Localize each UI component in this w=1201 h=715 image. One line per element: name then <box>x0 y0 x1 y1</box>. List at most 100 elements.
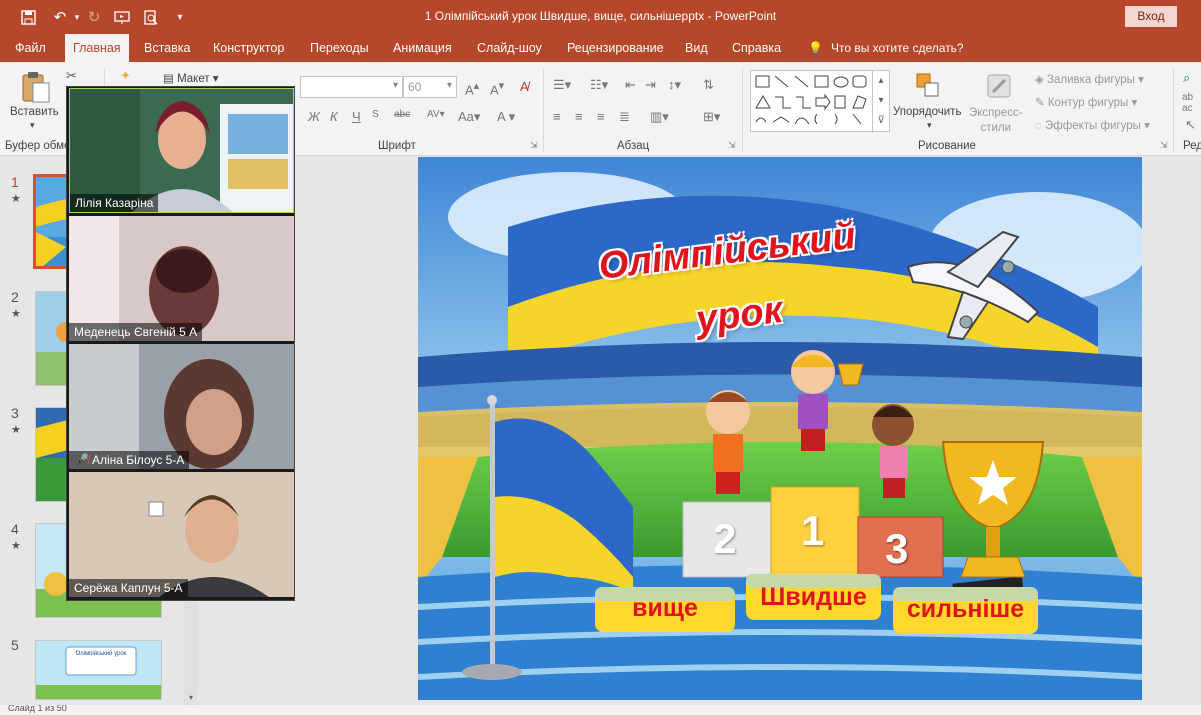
shapes-icon <box>755 75 867 125</box>
tab-slideshow[interactable]: Слайд-шоу <box>477 34 542 62</box>
select-icon[interactable]: ↖ <box>1185 117 1196 133</box>
tab-design[interactable]: Конструктор <box>213 34 284 62</box>
bullets-icon[interactable]: ☰▾ <box>553 77 571 93</box>
columns-icon[interactable]: ▥▾ <box>650 109 669 125</box>
quick-styles-icon[interactable] <box>985 72 1015 102</box>
font-size-value: 60 <box>408 80 422 94</box>
badge-faster[interactable]: Швидше <box>746 583 881 612</box>
replace-icon[interactable]: ab ac <box>1182 92 1193 114</box>
badge-higher[interactable]: вище <box>595 594 735 623</box>
shadow-icon[interactable]: S <box>372 109 379 120</box>
paragraph-dialog-icon[interactable]: ⇲ <box>728 140 736 151</box>
shape-outline-button[interactable]: ✎ Контур фигуры ▾ <box>1035 95 1137 109</box>
slide-thumbnail-5[interactable]: Олімпійський урок <box>35 640 162 700</box>
layout-icon: ▤ <box>163 73 178 85</box>
arrange-dropdown-icon[interactable]: ▾ <box>927 120 932 131</box>
participant-name: Лілія Казаріна <box>70 194 159 212</box>
paste-icon[interactable] <box>20 70 52 104</box>
grow-font-icon[interactable]: A▴ <box>465 79 479 97</box>
smartart-icon[interactable]: ⊞▾ <box>703 109 720 125</box>
participant-name: 🎤̸ Аліна Білоус 5-А <box>69 451 190 469</box>
cut-icon[interactable]: ✂ <box>66 68 77 84</box>
tab-home[interactable]: Главная <box>65 34 129 62</box>
layout-button[interactable]: ▤ Макет ▾ <box>163 71 219 85</box>
group-clipboard-label: Буфер обме <box>5 140 71 152</box>
chevron-down-icon: ▾ <box>446 80 452 91</box>
quick-styles-button[interactable]: Экспресс- стили <box>969 106 1023 136</box>
shrink-font-icon[interactable]: A▾ <box>490 79 504 97</box>
participant-name-text: Серёжа Каплун 5-А <box>74 581 183 595</box>
podium-third-label: 3 <box>885 525 909 572</box>
participant-video-4[interactable]: Серёжа Каплун 5-А <box>69 472 294 597</box>
chevron-down-icon: ▾ <box>392 80 398 91</box>
align-right-icon[interactable]: ≡ <box>597 109 605 124</box>
thumb-number: 4 <box>11 521 19 537</box>
numbering-icon[interactable]: ☷▾ <box>590 77 608 93</box>
slide-counter: Слайд 1 из 50 <box>8 705 67 713</box>
effects-icon: ◌ <box>1035 120 1046 132</box>
arrange-button[interactable]: Упорядочить <box>893 106 961 118</box>
font-name-box[interactable]: ▾ <box>300 76 403 98</box>
decrease-indent-icon[interactable]: ⇤ <box>625 77 636 93</box>
participant-name-text: Лілія Казаріна <box>75 196 154 210</box>
font-dialog-icon[interactable]: ⇲ <box>530 140 538 151</box>
new-slide-icon[interactable]: ✦ <box>120 68 131 84</box>
tab-file[interactable]: Файл <box>15 34 46 62</box>
gallery-scroll-icon[interactable]: ▴ ▾ ⊽ <box>872 71 889 133</box>
shape-effects-label: Эффекты фигуры <box>1045 120 1141 132</box>
justify-icon[interactable]: ≣ <box>619 109 630 125</box>
strikethrough-icon[interactable]: abc <box>394 109 410 120</box>
participant-name: Серёжа Каплун 5-А <box>69 579 188 597</box>
animation-star-icon: ★ <box>11 193 21 205</box>
tab-animations[interactable]: Анимация <box>393 34 452 62</box>
shapes-gallery[interactable]: ▴ ▾ ⊽ <box>750 70 890 133</box>
scroll-down-icon[interactable]: ▾ <box>186 693 196 703</box>
muted-mic-icon: 🎤̸ <box>74 453 89 467</box>
change-case-icon[interactable]: Aa▾ <box>458 109 480 125</box>
arrange-icon[interactable] <box>913 72 943 100</box>
tab-insert[interactable]: Вставка <box>144 34 190 62</box>
spacing-icon[interactable]: AV▾ <box>427 109 445 120</box>
podium-first-label: 1 <box>801 507 825 554</box>
tell-me-box[interactable]: 💡 Что вы хотите сделать? <box>808 34 964 62</box>
paste-dropdown-icon[interactable]: ▾ <box>30 120 35 131</box>
font-size-box[interactable]: 60 ▾ <box>403 76 457 98</box>
title-bar: ↶ ▾ ↻ ▾ 1 Олімпійський урок Швидше, вище… <box>0 0 1201 34</box>
video-call-panel[interactable]: Лілія Казаріна Меденець Євгеній 5 А 🎤̸ Ал… <box>66 86 295 601</box>
text-direction-icon[interactable]: ⇅ <box>703 77 714 93</box>
badge-stronger[interactable]: сильніше <box>893 595 1038 624</box>
align-center-icon[interactable]: ≡ <box>575 109 583 124</box>
shape-fill-button[interactable]: ◈ Заливка фигуры ▾ <box>1035 72 1144 86</box>
podium-second-label: 2 <box>713 515 737 562</box>
italic-icon[interactable]: К <box>330 109 338 124</box>
tab-view[interactable]: Вид <box>685 34 708 62</box>
participant-video-2[interactable]: Меденець Євгеній 5 А <box>69 216 294 341</box>
bold-icon[interactable]: Ж <box>308 109 320 124</box>
underline-icon[interactable]: Ч <box>352 109 361 124</box>
thumb-5-image <box>36 641 161 699</box>
window-title: 1 Олімпійський урок Швидше, вище, сильні… <box>424 9 777 23</box>
drawing-dialog-icon[interactable]: ⇲ <box>1160 140 1168 151</box>
signin-button[interactable]: Вход <box>1125 6 1177 27</box>
shape-fill-label: Заливка фигуры <box>1047 74 1135 86</box>
participant-video-1[interactable]: Лілія Казаріна <box>69 88 294 213</box>
increase-indent-icon[interactable]: ⇥ <box>645 77 656 93</box>
tab-review[interactable]: Рецензирование <box>567 34 664 62</box>
slide-1[interactable]: Олімпійський урок 2 1 3 вище Швидше силь… <box>418 157 1142 700</box>
tell-me-text: Что вы хотите сделать? <box>830 41 964 55</box>
participant-video-3[interactable]: 🎤̸ Аліна Білоус 5-А <box>69 344 294 469</box>
group-editing-label: Ред <box>1183 140 1201 152</box>
tab-help[interactable]: Справка <box>732 34 781 62</box>
separator <box>1173 68 1174 152</box>
find-icon[interactable]: ⌕ <box>1183 70 1190 86</box>
font-color-icon[interactable]: A ▾ <box>497 109 515 125</box>
paint-bucket-icon: ◈ <box>1035 74 1048 86</box>
shape-effects-button[interactable]: ◌ Эффекты фигуры ▾ <box>1035 118 1150 132</box>
clear-format-icon[interactable]: A̸ <box>520 79 529 94</box>
tab-transitions[interactable]: Переходы <box>310 34 369 62</box>
paste-button[interactable]: Вставить <box>10 106 59 118</box>
separator <box>742 68 743 152</box>
align-left-icon[interactable]: ≡ <box>553 109 561 124</box>
line-spacing-icon[interactable]: ↕▾ <box>668 77 681 93</box>
pen-icon: ✎ <box>1035 97 1048 109</box>
